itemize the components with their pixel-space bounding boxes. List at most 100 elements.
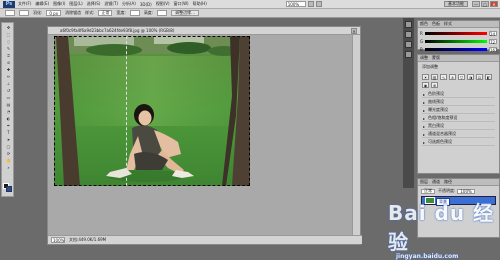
arrange-icon[interactable] [307, 1, 314, 7]
menu-help[interactable]: 帮助(H) [193, 1, 207, 7]
menu-window[interactable]: 窗口(W) [174, 1, 189, 7]
close-button[interactable]: ✕ [490, 1, 498, 7]
menu-view[interactable]: 视图(V) [156, 1, 170, 7]
menu-layer[interactable]: 图层(L) [69, 1, 82, 7]
background-color-swatch[interactable] [6, 186, 12, 192]
crop-tool-icon[interactable]: ⌗ [4, 52, 13, 58]
gradient-tool-icon[interactable]: ▤ [4, 101, 13, 107]
menu-select[interactable]: 选择(S) [87, 1, 101, 7]
tab-swatches[interactable]: 色板 [432, 21, 440, 27]
b-slider[interactable] [424, 48, 487, 51]
menu-file[interactable]: 文件(F) [18, 1, 31, 7]
type-tool-icon[interactable]: T [4, 129, 13, 135]
hand-tool-icon[interactable]: ✋ [4, 157, 13, 163]
feather-label: 羽化: [33, 10, 43, 15]
r-slider[interactable] [424, 32, 487, 35]
minimize-button[interactable]: — [472, 1, 480, 7]
path-select-icon[interactable]: ➤ [4, 136, 13, 142]
blend-mode-select[interactable]: 正常 [421, 188, 435, 194]
3d-rotate-icon[interactable]: ⟳ [4, 150, 13, 156]
layers-panel: 图层 通道 路径 正常 不透明度: 100% 背景 [417, 178, 500, 238]
tab-masks[interactable]: 蒙版 [432, 55, 440, 61]
options-bar: 羽化: 0 px 消除锯齿 样式: 正常 宽度: 高度: 调整边缘... [0, 9, 500, 18]
g-value[interactable]: 72 [489, 39, 497, 45]
history-icon[interactable] [405, 21, 412, 28]
marquee-tool-icon[interactable]: ⬚ [4, 31, 13, 37]
tab-paths[interactable]: 路径 [444, 179, 452, 185]
photo-canvas[interactable] [54, 36, 250, 186]
color-panel-tabs: 颜色 色板 样式 [418, 21, 499, 28]
tab-layers[interactable]: 图层 [420, 179, 428, 185]
channel-mixer-icon[interactable]: ⊕ [431, 82, 438, 88]
document-title: a6f0c9fa4f6a9d23bbc7a624fde93f8.jpg @ 10… [60, 28, 175, 33]
eyedropper-tool-icon[interactable]: ⊘ [4, 59, 13, 65]
vertical-scrollbar[interactable] [352, 35, 360, 237]
width-label: 宽度: [116, 10, 126, 15]
photo-filter-icon[interactable]: ◉ [422, 82, 429, 88]
lasso-tool-icon[interactable]: ◌ [4, 38, 13, 44]
status-zoom[interactable]: 100% [51, 237, 65, 243]
workspace-button[interactable]: 基本功能 [444, 1, 468, 7]
exposure-icon[interactable]: ± [449, 74, 456, 80]
menu-analysis[interactable]: 分析(A) [122, 1, 136, 7]
zoom-select[interactable]: 100% [285, 1, 306, 7]
clone-stamp-icon[interactable]: ⊥ [4, 80, 13, 86]
vibrance-icon[interactable]: ▽ [458, 74, 465, 80]
feather-input[interactable]: 0 px [46, 10, 62, 16]
tab-color[interactable]: 颜色 [420, 21, 428, 27]
antialias-checkbox[interactable]: 消除锯齿 [65, 10, 81, 16]
quick-select-tool-icon[interactable]: ✎ [4, 45, 13, 51]
preset-black-white[interactable]: 黑白预设 [422, 123, 495, 130]
black-white-icon[interactable]: ◧ [485, 74, 492, 80]
preset-curves[interactable]: 曲线预设 [422, 99, 495, 106]
layer-row-background[interactable]: 背景 [421, 196, 496, 206]
preset-channel-mixer[interactable]: 通道混合器预设 [422, 131, 495, 138]
tool-preset-picker[interactable] [5, 10, 15, 16]
tab-adjustments[interactable]: 调整 [420, 55, 428, 61]
preset-hue-saturation[interactable]: 色相/饱和度预设 [422, 115, 495, 122]
history-brush-icon[interactable]: ↺ [4, 87, 13, 93]
preset-levels[interactable]: 色阶预设 [422, 91, 495, 98]
selection-mode-icons[interactable] [19, 10, 29, 16]
document-tab[interactable]: a6f0c9fa4f6a9d23bbc7a624fde93f8.jpg @ 10… [48, 27, 360, 35]
brushes-icon[interactable] [405, 41, 412, 48]
menu-3d[interactable]: 3D(D) [140, 2, 152, 7]
move-tool-icon[interactable]: ✥ [4, 24, 13, 30]
preset-exposure[interactable]: 曝光度预设 [422, 107, 495, 114]
preset-selective-color[interactable]: 可选颜色预设 [422, 139, 495, 146]
photo-image [54, 36, 250, 186]
brightness-icon[interactable]: ☀ [422, 74, 429, 80]
zoom-tool-icon[interactable]: ⌕ [4, 164, 13, 170]
opacity-input[interactable]: 100% [457, 188, 475, 194]
menu-filter[interactable]: 滤镜(T) [104, 1, 118, 7]
refine-edge-button[interactable]: 调整边缘... [171, 10, 199, 16]
curves-icon[interactable]: ∿ [440, 74, 447, 80]
tab-styles[interactable]: 样式 [444, 21, 452, 27]
healing-brush-icon[interactable]: ✚ [4, 66, 13, 72]
eraser-tool-icon[interactable]: ▭ [4, 94, 13, 100]
pen-tool-icon[interactable]: ✒ [4, 122, 13, 128]
actions-icon[interactable] [405, 31, 412, 38]
menu-edit[interactable]: 编辑(E) [35, 1, 49, 7]
width-input[interactable] [129, 10, 140, 16]
height-input[interactable] [157, 10, 168, 16]
info-icon[interactable] [405, 51, 412, 58]
layer-name-label[interactable]: 背景 [436, 198, 450, 206]
hue-sat-icon[interactable]: ◑ [467, 74, 474, 80]
tab-channels[interactable]: 通道 [432, 179, 440, 185]
r-value[interactable]: 24 [489, 31, 497, 37]
b-value[interactable]: 162 [489, 47, 498, 53]
shape-tool-icon[interactable]: ▢ [4, 143, 13, 149]
maximize-button[interactable]: □ [481, 1, 489, 7]
levels-icon[interactable]: ▥ [431, 74, 438, 80]
screen-mode-icon[interactable] [315, 1, 322, 7]
menu-image[interactable]: 图像(I) [53, 1, 65, 7]
close-document-icon[interactable]: ✕ [351, 28, 357, 34]
dodge-tool-icon[interactable]: ◐ [4, 115, 13, 121]
blur-tool-icon[interactable]: ◔ [4, 108, 13, 114]
color-balance-icon[interactable]: ⚖ [476, 74, 483, 80]
brush-tool-icon[interactable]: ✏ [4, 73, 13, 79]
style-select[interactable]: 正常 [98, 10, 113, 16]
g-slider[interactable] [425, 40, 487, 43]
status-doc-size: 文档:449.0K/1.69M [69, 237, 107, 242]
